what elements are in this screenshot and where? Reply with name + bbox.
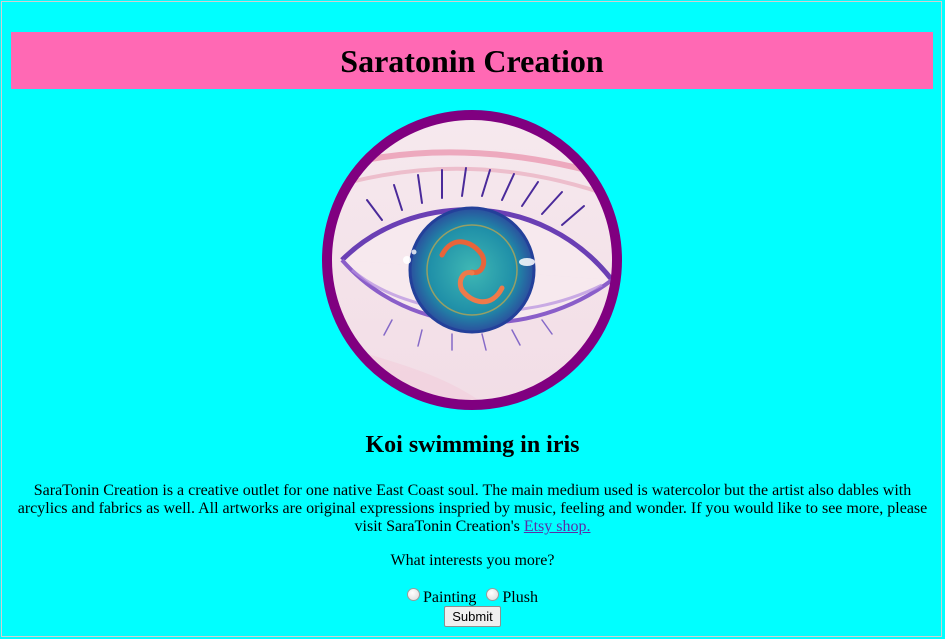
submit-button[interactable]: Submit [444, 606, 501, 627]
description-paragraph: SaraTonin Creation is a creative outlet … [12, 482, 933, 536]
plush-radio[interactable] [486, 588, 500, 601]
interest-question: What interests you more? [390, 552, 555, 569]
page-title: Saratonin Creation [340, 42, 604, 79]
submit-row: Submit [0, 606, 945, 627]
interest-options: Painting Plush [0, 588, 945, 607]
description-text: SaraTonin Creation is a creative outlet … [17, 482, 928, 535]
painting-label: Painting [423, 589, 477, 606]
painting-radio[interactable] [407, 588, 421, 601]
koi-eye-artwork [322, 110, 622, 410]
etsy-shop-link[interactable]: Etsy shop. [524, 518, 591, 535]
artwork-caption: Koi swimming in iris [365, 432, 580, 458]
plush-label: Plush [502, 589, 538, 606]
header-banner: Saratonin Creation [11, 32, 933, 89]
